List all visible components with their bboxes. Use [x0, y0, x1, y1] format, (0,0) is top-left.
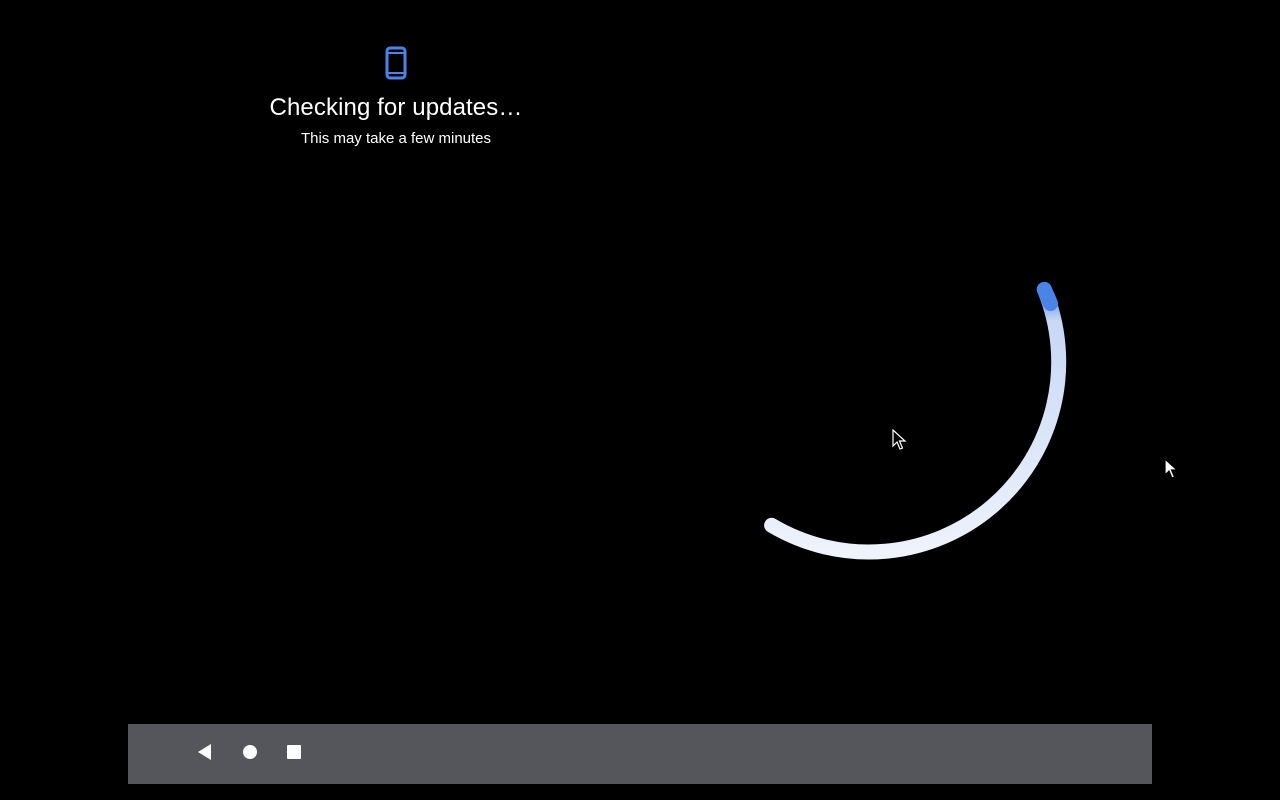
- recents-button[interactable]: [278, 738, 310, 770]
- phone-icon: [384, 46, 408, 82]
- page-title: Checking for updates…: [269, 94, 523, 121]
- navigation-bar: [128, 724, 1152, 784]
- home-button[interactable]: [234, 738, 266, 770]
- recents-square-icon: [286, 744, 302, 765]
- back-triangle-icon: [196, 743, 214, 766]
- progress-spinner: [680, 170, 1080, 570]
- back-button[interactable]: [189, 738, 221, 770]
- update-screen: Checking for updates… This may take a fe…: [0, 0, 1280, 800]
- page-subtitle: This may take a few minutes: [300, 130, 492, 147]
- update-header: Checking for updates… This may take a fe…: [196, 46, 596, 149]
- home-circle-icon: [242, 744, 258, 765]
- mouse-pointer-icon: [892, 428, 908, 451]
- mouse-pointer-icon: [1164, 457, 1180, 480]
